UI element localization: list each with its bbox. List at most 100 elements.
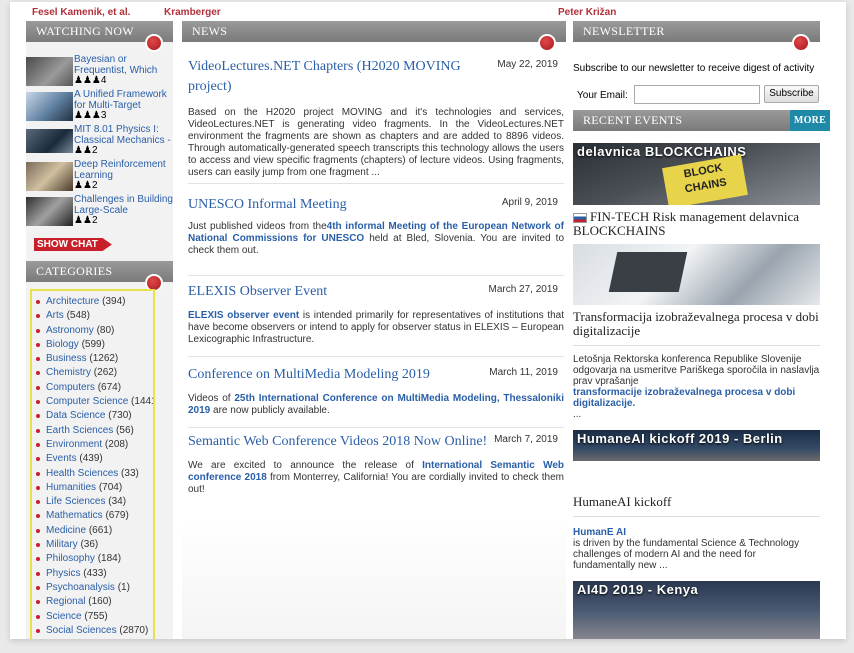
event-image-caption: HumaneAI kickoff 2019 - Berlin <box>577 431 783 446</box>
news-item-date: March 7, 2019 <box>494 434 558 445</box>
categories-header: CATEGORIES <box>26 261 173 292</box>
watching-now-list: Bayesian or Frequentist, Which ♟♟♟4 A Un… <box>26 53 173 228</box>
category-item[interactable]: Arts (548) <box>32 309 153 323</box>
category-item[interactable]: Computers (674) <box>32 381 153 395</box>
viewers-icon: ♟♟2 <box>74 215 98 226</box>
category-item[interactable]: Biology (599) <box>32 338 153 352</box>
category-item[interactable]: Chemistry (262) <box>32 366 153 380</box>
viewers-icon: ♟♟2 <box>74 145 98 156</box>
news-item: VideoLectures.NET Chapters (H2020 MOVING… <box>188 57 564 184</box>
category-item[interactable]: Social Sciences (2870) <box>32 624 153 638</box>
category-item[interactable]: Architecture (394) <box>32 295 153 309</box>
news-link[interactable]: ELEXIS observer event <box>188 310 299 321</box>
top-name-2[interactable]: Kramberger <box>164 7 221 18</box>
watching-item[interactable]: MIT 8.01 Physics I: Classical Mechanics … <box>26 123 173 158</box>
category-item[interactable]: Medicine (661) <box>32 524 153 538</box>
news-item-body: Based on the H2020 project MOVING and it… <box>188 107 564 178</box>
watching-item[interactable]: Deep Reinforcement Learning ♟♟2 <box>26 158 173 193</box>
top-name-3[interactable]: Peter Križan <box>558 7 616 18</box>
video-thumbnail[interactable] <box>26 162 73 191</box>
news-item-title[interactable]: VideoLectures.NET Chapters (H2020 MOVING… <box>188 57 488 97</box>
watching-item-title[interactable]: Deep Reinforcement Learning <box>74 159 174 181</box>
category-item[interactable]: Physics (433) <box>32 567 153 581</box>
watching-item-title[interactable]: Challenges in Building Large-Scale <box>74 194 174 216</box>
watching-item-title[interactable]: MIT 8.01 Physics I: Classical Mechanics … <box>74 124 174 146</box>
event-title[interactable]: Transformacija izobraževalnega procesa v… <box>573 310 820 338</box>
category-item[interactable]: Humanities (704) <box>32 481 153 495</box>
video-thumbnail[interactable] <box>26 129 73 153</box>
category-item[interactable]: Mathematics (679) <box>32 509 153 523</box>
news-list: VideoLectures.NET Chapters (H2020 MOVING… <box>188 57 565 495</box>
recent-events-header: RECENT EVENTS MORE <box>573 110 830 131</box>
category-item[interactable]: Science (755) <box>32 610 153 624</box>
news-item-date: March 27, 2019 <box>488 284 559 295</box>
blockchain-sign: BLOCK CHAINS <box>662 154 748 205</box>
newsletter-header: NEWSLETTER <box>573 21 820 52</box>
viewer-count: 2 <box>91 180 98 191</box>
right-column: NEWSLETTER Subscribe to our newsletter t… <box>573 21 830 639</box>
divider <box>573 516 820 517</box>
news-item-body: Just published videos from the4th inform… <box>188 221 565 256</box>
subscribe-button[interactable]: Subscribe <box>764 85 819 103</box>
news-item-body: Videos of 25th International Conference … <box>188 393 564 416</box>
viewer-count: 3 <box>100 110 107 121</box>
flag-icon <box>573 213 587 224</box>
left-column: WATCHING NOW Bayesian or Frequentist, Wh… <box>26 21 173 639</box>
category-item[interactable]: Data Science (730) <box>32 409 153 423</box>
category-item[interactable]: Military (36) <box>32 538 153 552</box>
category-item[interactable]: Events (439) <box>32 452 153 466</box>
event-title[interactable]: FIN-TECH Risk management delavnica BLOCK… <box>573 210 820 238</box>
watching-item[interactable]: Bayesian or Frequentist, Which ♟♟♟4 <box>26 53 173 88</box>
news-item-date: March 11, 2019 <box>489 367 558 378</box>
event-link[interactable]: HumanE AI <box>573 527 626 538</box>
category-item[interactable]: Astronomy (80) <box>32 324 153 338</box>
watching-item[interactable]: Challenges in Building Large-Scale ♟♟2 <box>26 193 173 228</box>
news-item-date: May 22, 2019 <box>497 59 558 70</box>
red-dot-icon <box>792 34 810 52</box>
email-label: Your Email: <box>577 90 628 101</box>
watching-item-title[interactable]: A Unified Framework for Multi-Target <box>74 89 174 111</box>
more-button[interactable]: MORE <box>790 110 830 131</box>
news-item-body: ELEXIS observer event is intended primar… <box>188 310 564 345</box>
viewers-icon: ♟♟2 <box>74 180 98 191</box>
watching-item-title[interactable]: Bayesian or Frequentist, Which <box>74 54 174 76</box>
category-item[interactable]: Health Sciences (33) <box>32 467 153 481</box>
news-column: NEWS VideoLectures.NET Chapters (H2020 M… <box>182 21 566 639</box>
news-header: NEWS <box>182 21 566 52</box>
event-title[interactable]: HumaneAI kickoff <box>573 495 820 509</box>
event-image[interactable]: delavnica BLOCKCHAINS BLOCK CHAINS <box>573 143 820 205</box>
news-title: NEWS <box>192 24 228 38</box>
show-chat-button[interactable]: SHOW CHAT <box>34 238 112 251</box>
news-item: ELEXIS Observer Event March 27, 2019 ELE… <box>188 276 564 357</box>
video-thumbnail[interactable] <box>26 92 73 121</box>
viewer-count: 2 <box>91 145 98 156</box>
top-name-1[interactable]: Fesel Kamenik, et al. <box>32 7 130 18</box>
laptop-shape <box>608 252 688 292</box>
video-thumbnail[interactable] <box>26 57 73 86</box>
email-field[interactable] <box>634 85 760 104</box>
category-item[interactable]: Earth Sciences (56) <box>32 424 153 438</box>
event-image-caption: AI4D 2019 - Kenya <box>577 582 699 597</box>
newsletter-text: Subscribe to our newsletter to receive d… <box>573 63 815 74</box>
viewer-count: 4 <box>100 75 107 86</box>
video-thumbnail[interactable] <box>26 197 73 226</box>
category-item[interactable]: Regional (160) <box>32 595 153 609</box>
newsletter-title: NEWSLETTER <box>583 24 665 38</box>
watching-item[interactable]: A Unified Framework for Multi-Target ♟♟♟… <box>26 88 173 123</box>
category-item[interactable]: Computer Science (14415) <box>32 395 153 409</box>
event-image[interactable]: HumaneAI kickoff 2019 - Berlin <box>573 430 820 461</box>
red-dot-icon <box>145 34 163 52</box>
category-item[interactable]: Business (1262) <box>32 352 153 366</box>
viewer-count: 2 <box>91 215 98 226</box>
category-item[interactable]: Environment (208) <box>32 438 153 452</box>
event-text: HumanE AI is driven by the fundamental Sc… <box>573 527 800 571</box>
category-item[interactable]: Psychoanalysis (1) <box>32 581 153 595</box>
event-link[interactable]: transformacije izobraževalnega procesa v… <box>573 387 795 409</box>
event-image[interactable] <box>573 244 820 305</box>
viewers-icon: ♟♟♟4 <box>74 75 107 86</box>
news-item-body: We are excited to announce the release o… <box>188 460 565 495</box>
category-item[interactable]: Philosophy (184) <box>32 552 153 566</box>
category-item[interactable]: Life Sciences (34) <box>32 495 153 509</box>
top-names-strip: Fesel Kamenik, et al. Kramberger Peter K… <box>10 7 846 19</box>
event-image[interactable]: AI4D 2019 - Kenya <box>573 581 820 639</box>
